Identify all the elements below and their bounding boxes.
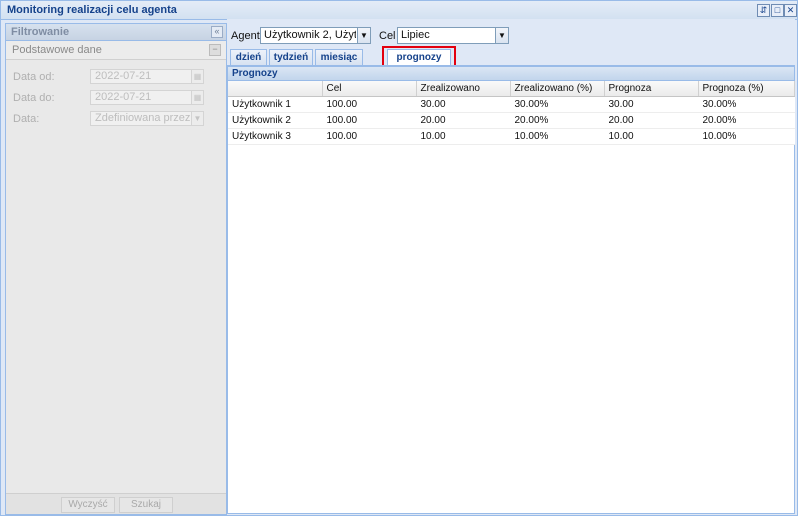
- date-from-input[interactable]: 2022-07-21: [90, 69, 194, 84]
- date-type-select[interactable]: Zdefiniowana przez uży: [90, 111, 194, 126]
- restore-icon[interactable]: ⇵: [757, 4, 770, 17]
- field-date-from: Data od: 2022-07-21 ▦: [6, 69, 226, 85]
- cel-select-value: Lipiec: [401, 29, 430, 41]
- column-header[interactable]: Prognoza: [604, 81, 699, 97]
- table-cell: Użytkownik 1: [228, 96, 323, 113]
- field-label: Data do:: [13, 92, 55, 104]
- filter-panel-footer: Wyczyść Szukaj: [6, 493, 226, 514]
- table-cell: 30.00: [416, 96, 511, 113]
- forecast-table: Cel Zrealizowano Zrealizowano (%) Progno…: [228, 81, 795, 145]
- tab-week[interactable]: tydzień: [269, 49, 313, 65]
- table-cell: 20.00: [604, 112, 699, 129]
- table-cell: 20.00%: [698, 112, 795, 129]
- chevron-down-icon[interactable]: ▼: [357, 28, 370, 43]
- column-header[interactable]: Prognoza (%): [698, 81, 795, 97]
- grid-title: Prognozy: [232, 68, 278, 79]
- table-cell: 100.00: [322, 128, 417, 145]
- tab-month[interactable]: miesiąc: [315, 49, 363, 65]
- table-cell: 30.00: [604, 96, 699, 113]
- column-header[interactable]: Cel: [322, 81, 417, 97]
- filter-panel-title: Filtrowanie: [11, 26, 70, 38]
- grid-header: Prognozy: [228, 67, 794, 81]
- table-row[interactable]: Użytkownik 2 100.00 20.00 20.00% 20.00 2…: [228, 112, 795, 129]
- main-panel: Agent Użytkownik 2, Użytkowr ▼ Cel Lipie…: [227, 19, 795, 514]
- table-cell: 10.00%: [510, 128, 605, 145]
- column-header[interactable]: Zrealizowano: [416, 81, 511, 97]
- date-to-input[interactable]: 2022-07-21: [90, 90, 194, 105]
- table-cell: Użytkownik 3: [228, 128, 323, 145]
- column-header[interactable]: [228, 81, 323, 97]
- table-cell: 10.00%: [698, 128, 795, 145]
- table-header-row: Cel Zrealizowano Zrealizowano (%) Progno…: [228, 81, 795, 97]
- search-button[interactable]: Szukaj: [119, 497, 173, 513]
- table-cell: 10.00: [416, 128, 511, 145]
- tab-day[interactable]: dzień: [230, 49, 267, 65]
- calendar-icon[interactable]: ▦: [191, 69, 204, 84]
- table-row[interactable]: Użytkownik 1 100.00 30.00 30.00% 30.00 3…: [228, 96, 795, 113]
- agent-select-value: Użytkownik 2, Użytkowr: [264, 29, 356, 41]
- field-date-to: Data do: 2022-07-21 ▦: [6, 90, 226, 106]
- forecast-grid-panel: Prognozy Cel Zrealizowano Zrealizowano (…: [227, 67, 795, 514]
- section-title: Podstawowe dane: [12, 44, 102, 56]
- chevron-down-icon[interactable]: ▼: [495, 28, 508, 43]
- table-cell: 30.00%: [510, 96, 605, 113]
- filter-panel-header: Filtrowanie «: [6, 24, 226, 41]
- field-date-type: Data: Zdefiniowana przez uży ▼: [6, 111, 226, 127]
- table-cell: 100.00: [322, 96, 417, 113]
- filter-panel: Filtrowanie « Podstawowe dane − Data od:…: [5, 23, 227, 515]
- table-cell: 20.00: [416, 112, 511, 129]
- table-cell: 100.00: [322, 112, 417, 129]
- table-row[interactable]: Użytkownik 3 100.00 10.00 10.00% 10.00 1…: [228, 128, 795, 145]
- section-basic-data[interactable]: Podstawowe dane −: [6, 41, 226, 60]
- calendar-icon[interactable]: ▦: [191, 90, 204, 105]
- window: Monitoring realizacji celu agenta ⇵ □ ✕ …: [0, 0, 798, 516]
- field-label: Data od:: [13, 71, 55, 83]
- window-title: Monitoring realizacji celu agenta: [7, 4, 177, 16]
- table-cell: Użytkownik 2: [228, 112, 323, 129]
- cel-label: Cel: [379, 30, 396, 42]
- chevron-down-icon[interactable]: ▼: [191, 111, 204, 126]
- collapse-left-icon[interactable]: «: [211, 26, 223, 38]
- agent-select[interactable]: Użytkownik 2, Użytkowr ▼: [260, 27, 371, 44]
- table-cell: 20.00%: [510, 112, 605, 129]
- cel-select[interactable]: Lipiec ▼: [397, 27, 509, 44]
- maximize-icon[interactable]: □: [771, 4, 784, 17]
- table-cell: 30.00%: [698, 96, 795, 113]
- field-label: Data:: [13, 113, 40, 125]
- column-header[interactable]: Zrealizowano (%): [510, 81, 605, 97]
- agent-label: Agent: [231, 30, 260, 42]
- title-bar: Monitoring realizacji celu agenta ⇵ □ ✕: [1, 1, 797, 20]
- table-cell: 10.00: [604, 128, 699, 145]
- close-icon[interactable]: ✕: [784, 4, 797, 17]
- collapse-section-icon[interactable]: −: [209, 44, 221, 56]
- clear-button[interactable]: Wyczyść: [61, 497, 115, 513]
